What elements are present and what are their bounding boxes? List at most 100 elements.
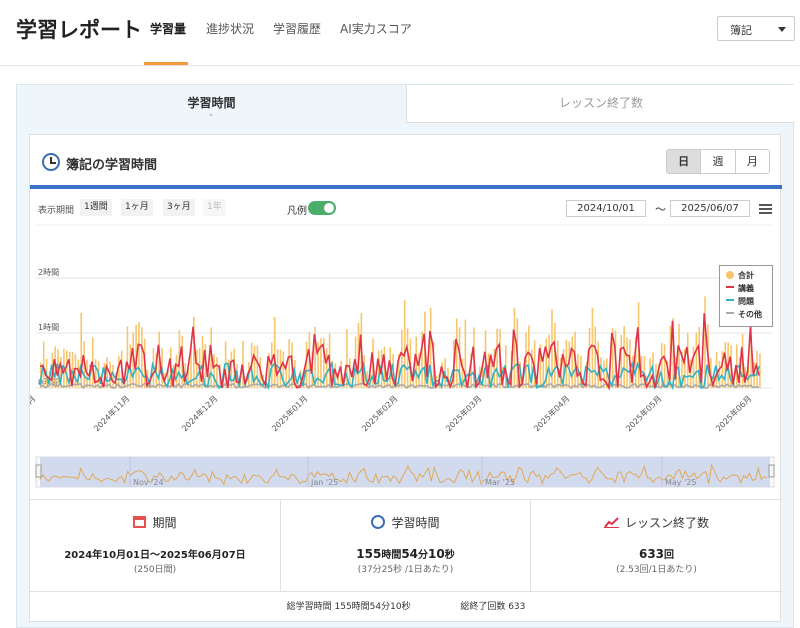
x-tick-label: 2025年02月 <box>359 393 399 433</box>
stat-period-sub: (250日間) <box>133 565 177 575</box>
stat-period-head: 期間 <box>30 514 280 531</box>
bar-total <box>455 318 458 388</box>
bar-total <box>325 348 328 388</box>
bar-total <box>759 353 761 388</box>
chart-card: 簿記の学習時間 日 週 月 表示期間 1週間 1ヶ月 3ヶ月 1年 凡例 202… <box>29 134 782 623</box>
stat-lessons: レッスン終了数 633回 (2.53回/1日あたり) <box>530 500 782 592</box>
x-tick-label: 2025年04月 <box>531 393 571 433</box>
stat-study-time: 学習時間 155時間54分10秒 (37分25秒 /1日あたり) <box>280 500 530 592</box>
tab-study-amount[interactable]: 学習量 <box>150 20 186 37</box>
bar-total <box>94 359 97 388</box>
subtab-study-time[interactable]: 学習時間 ⌄ <box>17 85 406 123</box>
bar-total <box>65 350 68 388</box>
bar-total <box>565 339 568 388</box>
stat-period-value: 2024年10月01日〜2025年06月07日 <box>64 550 246 561</box>
x-tick-label: 2025年05月 <box>623 393 663 433</box>
minutes-value: 54 <box>401 547 419 561</box>
navigator-label: Jan '25 <box>310 478 338 487</box>
legend-marker-total <box>726 271 734 279</box>
legend-label-lecture: 講義 <box>738 284 754 293</box>
bar-total <box>273 316 276 388</box>
navigator-handle-left <box>35 464 42 478</box>
bar-total <box>141 327 143 388</box>
seconds-value: 10 <box>428 547 445 561</box>
legend-item-total[interactable]: 合計 <box>726 270 754 281</box>
x-tick-label: 2025年01月 <box>269 393 309 433</box>
hours-value: 155 <box>356 547 382 561</box>
bar-total <box>513 307 516 388</box>
active-tab-indicator <box>144 62 188 65</box>
tab-progress[interactable]: 進捗状況 <box>206 20 254 37</box>
tab-ai-score[interactable]: AI実力スコア <box>340 20 412 37</box>
header: 学習レポート 学習量 進捗状況 学習履歴 AI実力スコア 簿記 <box>0 0 800 66</box>
bar-total <box>230 351 233 388</box>
tab-history[interactable]: 学習履歴 <box>273 20 321 37</box>
footer-total-lessons: 総終了回数 633 <box>460 602 526 612</box>
subtab-lessons-completed[interactable]: レッスン終了数 <box>406 85 795 123</box>
page-title: 学習レポート <box>16 18 142 42</box>
hours-unit: 時間 <box>381 550 402 561</box>
navigator-label: May '25 <box>665 478 696 487</box>
stat-lessons-value: 633回 <box>531 546 782 561</box>
bar-total <box>663 344 666 388</box>
bar-total <box>626 337 628 388</box>
chevron-down-icon: ⌄ <box>207 109 215 118</box>
seconds-unit: 秒 <box>444 550 455 561</box>
y-tick-label: 1時間 <box>38 323 59 332</box>
stat-study-time-head: 学習時間 <box>281 514 530 531</box>
course-select-value: 簿記 <box>730 24 752 37</box>
bar-total <box>591 307 594 388</box>
bar-total <box>213 354 215 388</box>
x-tick-label: 2024年11月 <box>91 393 131 433</box>
bar-total <box>403 300 406 388</box>
lessons-count: 633 <box>638 547 665 561</box>
bar-total <box>242 340 244 388</box>
bar-total <box>401 329 403 388</box>
bar-total <box>106 357 109 388</box>
bar-total <box>276 349 279 388</box>
y-tick-label: 2時間 <box>38 268 59 277</box>
stat-period-label: 期間 <box>152 516 177 530</box>
lessons-unit: 回 <box>664 550 675 561</box>
stats-row: 期間 2024年10月01日〜2025年06月07日 (250日間) 学習時間 … <box>30 499 782 592</box>
bar-total <box>594 326 597 388</box>
legend-marker-lecture <box>726 286 734 288</box>
bar-total <box>600 357 602 388</box>
bar-total <box>138 321 140 388</box>
navigator-handle-right <box>768 464 775 478</box>
stat-lessons-sub: (2.53回/1日あたり) <box>616 565 697 575</box>
bar-total <box>620 334 623 388</box>
chart-legend: 合計 講義 問題 その他 <box>719 265 773 327</box>
legend-label-problems: 問題 <box>738 297 754 306</box>
bar-total <box>695 332 698 388</box>
stat-period: 期間 2024年10月01日〜2025年06月07日 (250日間) <box>30 500 280 592</box>
caret-down-icon <box>778 27 786 32</box>
bar-total <box>42 341 45 388</box>
bar-total <box>692 346 695 388</box>
x-tick-label: 2024年12月 <box>179 393 219 433</box>
x-tick-label: 0月 <box>30 394 37 410</box>
navigator-label: Mar '25 <box>485 478 515 487</box>
bar-total <box>528 325 530 388</box>
minutes-unit: 分 <box>418 550 429 561</box>
bar-total <box>588 327 591 388</box>
clock-icon <box>371 515 386 529</box>
bar-total <box>623 326 625 388</box>
legend-item-problems[interactable]: 問題 <box>726 296 754 307</box>
legend-item-other[interactable]: その他 <box>726 309 762 320</box>
bar-total <box>571 336 573 388</box>
study-time-chart: 0時間1時間2時間0月 2024年11月 2024年12月 2025年01月 2025年… <box>30 224 775 488</box>
bar-total <box>548 334 550 388</box>
course-select[interactable]: 簿記 <box>717 16 795 41</box>
bar-total <box>256 345 259 388</box>
trend-chart-icon <box>603 517 619 528</box>
bar-total <box>718 360 721 388</box>
x-tick-label: 2025年06月 <box>713 393 753 433</box>
legend-label-total: 合計 <box>738 271 754 280</box>
legend-marker-problems <box>726 299 734 301</box>
legend-item-lecture[interactable]: 講義 <box>726 283 754 294</box>
stat-study-time-label: 学習時間 <box>391 516 440 530</box>
bar-total <box>175 354 178 388</box>
summary-footer: 総学習時間 155時間54分10秒 総終了回数 633 <box>30 591 782 623</box>
footer-total-time: 総学習時間 155時間54分10秒 <box>286 602 411 612</box>
